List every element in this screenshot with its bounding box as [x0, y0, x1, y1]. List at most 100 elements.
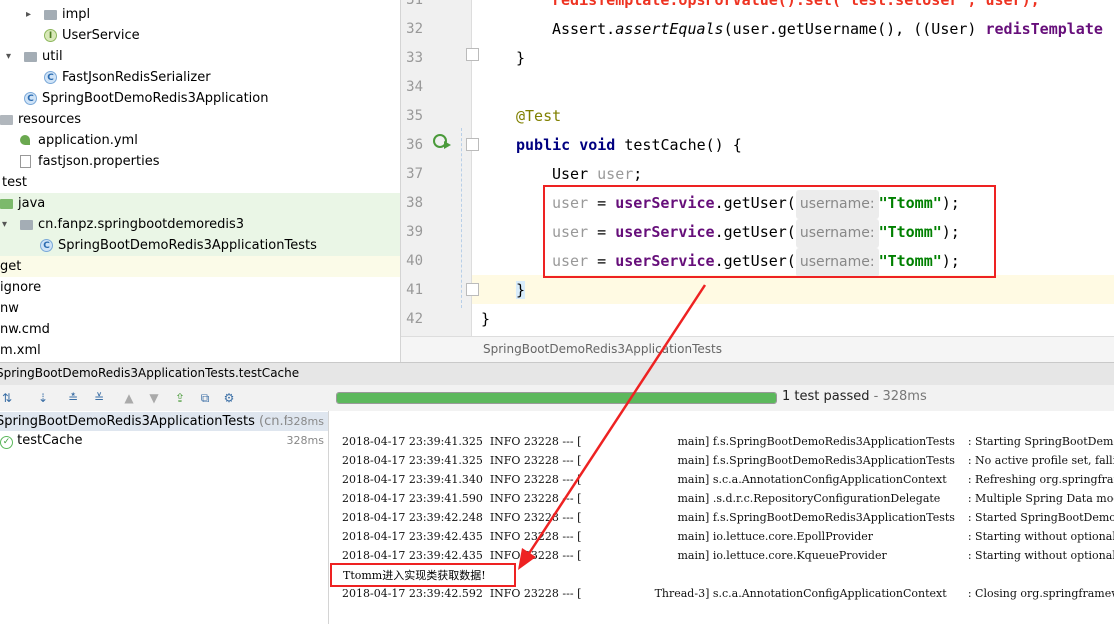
- code-line-33[interactable]: }: [516, 44, 525, 73]
- console-line[interactable]: 2018-04-17 23:39:41.590 INFO 23228 --- […: [342, 489, 1114, 508]
- tree-item[interactable]: application.yml: [0, 130, 400, 151]
- test-progress-bar: [336, 392, 777, 404]
- test-folder-icon: [0, 199, 13, 209]
- sort-by-duration-icon[interactable]: ⇣: [36, 391, 50, 405]
- chevron-right-icon[interactable]: ▸: [26, 4, 31, 25]
- console-line[interactable]: 2018-04-17 23:39:41.325 INFO 23228 --- […: [342, 451, 1114, 470]
- console-line[interactable]: 2018-04-17 23:39:42.435 INFO 23228 --- […: [342, 527, 1114, 546]
- tree-item-label: cn.fanpz.springbootdemoredis3: [38, 217, 245, 232]
- tree-item-label: nw.cmd: [0, 322, 50, 337]
- log-level: INFO 23228 --- [: [489, 549, 582, 562]
- test-duration: 328ms: [286, 412, 324, 431]
- tree-item[interactable]: java: [0, 193, 400, 214]
- current-line-highlight: [472, 275, 1114, 304]
- tree-item[interactable]: nw: [0, 298, 400, 319]
- folder-icon: [24, 52, 37, 62]
- spring-class-icon: C: [40, 239, 53, 252]
- log-thread: main]: [677, 435, 710, 448]
- tree-item-label: m.xml: [0, 343, 41, 358]
- export-icon[interactable]: ⇪: [173, 391, 187, 405]
- test-status: 1 test passed - 328ms: [782, 389, 927, 404]
- test-name: testCache: [17, 433, 83, 448]
- tree-item[interactable]: get: [0, 256, 400, 277]
- tree-item[interactable]: ▸ impl: [0, 4, 400, 25]
- chevron-down-icon[interactable]: ▾: [2, 214, 7, 235]
- console-line[interactable]: 2018-04-17 23:39:41.325 INFO 23228 --- […: [342, 432, 1114, 451]
- console-highlight-line[interactable]: Ttomm进入实现类获取数据!: [343, 567, 486, 583]
- log-logger: s.c.a.AnnotationConfigApplicationContext: [709, 473, 947, 486]
- sort-icon[interactable]: ⇅: [0, 391, 14, 405]
- code-line-42[interactable]: }: [481, 305, 490, 334]
- tree-item[interactable]: I UserService: [0, 25, 400, 46]
- tree-item-label: resources: [18, 112, 82, 127]
- fold-marker[interactable]: [466, 48, 479, 61]
- console-output[interactable]: 2018-04-17 23:39:41.325 INFO 23228 --- […: [329, 411, 1114, 624]
- fold-marker[interactable]: [466, 283, 479, 296]
- history-icon[interactable]: ⧉: [198, 391, 212, 405]
- tree-item[interactable]: m.xml: [0, 340, 400, 361]
- log-logger: f.s.SpringBootDemoRedis3ApplicationTests: [709, 454, 955, 467]
- log-message: : Closing org.springframework.: [967, 587, 1114, 600]
- line-number: 41: [406, 282, 423, 298]
- log-thread: main]: [677, 530, 710, 543]
- log-logger: io.lettuce.core.KqueueProvider: [709, 549, 887, 562]
- line-number: 32: [406, 21, 423, 37]
- tree-item[interactable]: nw.cmd: [0, 319, 400, 340]
- tree-item[interactable]: ▾ util: [0, 46, 400, 67]
- next-icon[interactable]: ▼: [147, 391, 161, 405]
- log-message: : Started SpringBootDemoRedis3: [967, 511, 1114, 524]
- tree-item[interactable]: fastjson.properties: [0, 151, 400, 172]
- line-number: 36: [406, 137, 423, 153]
- run-test-icon[interactable]: [431, 132, 453, 152]
- tree-item-label: java: [18, 196, 46, 211]
- chevron-down-icon[interactable]: ▾: [6, 46, 11, 67]
- tree-item-label: test: [2, 175, 27, 190]
- tree-item[interactable]: test: [0, 172, 400, 193]
- code-line-36[interactable]: public void testCache() {: [516, 131, 742, 160]
- test-class-row[interactable]: SpringBootDemoRedis3ApplicationTests (cn…: [0, 412, 328, 431]
- log-level: INFO 23228 --- [: [489, 454, 582, 467]
- tree-item[interactable]: ignore: [0, 277, 400, 298]
- tree-item[interactable]: C SpringBootDemoRedis3Application: [0, 88, 400, 109]
- run-panel-header: SpringBootDemoRedis3ApplicationTests.tes…: [0, 362, 1114, 386]
- log-message: : Starting SpringBootDemoRedis: [967, 435, 1114, 448]
- code-line-31[interactable]: redisTemplate.opsForValue().set("test:se…: [552, 0, 1040, 15]
- tree-item-label: UserService: [62, 28, 140, 43]
- line-number: 34: [406, 79, 423, 95]
- code-line-35[interactable]: @Test: [516, 102, 561, 131]
- tree-item-label: SpringBootDemoRedis3ApplicationTests: [58, 238, 317, 253]
- log-timestamp: 2018-04-17 23:39:41.590: [342, 492, 490, 505]
- settings-icon[interactable]: ⚙: [222, 391, 236, 405]
- line-number: 33: [406, 50, 423, 66]
- tree-item-label: fastjson.properties: [38, 154, 160, 169]
- previous-icon[interactable]: ▲: [122, 391, 136, 405]
- fold-marker[interactable]: [466, 138, 479, 151]
- log-level: INFO 23228 --- [: [489, 435, 582, 448]
- code-editor[interactable]: 31 32 33 34 35 36 37 38 39 40 41 42 redisTemplate.o…: [401, 0, 1114, 362]
- console-line[interactable]: 2018-04-17 23:39:41.340 INFO 23228 --- […: [342, 470, 1114, 489]
- collapse-all-icon[interactable]: ≚: [92, 391, 106, 405]
- editor-breadcrumb-bar: SpringBootDemoRedis3ApplicationTests: [401, 336, 1114, 362]
- tree-item[interactable]: C SpringBootDemoRedis3ApplicationTests: [0, 235, 400, 256]
- log-message: : Starting without optional ep: [967, 530, 1114, 543]
- log-thread: Thread-3]: [654, 587, 710, 600]
- code-line-41[interactable]: }: [516, 276, 526, 305]
- project-tree: ▸ impl I UserService ▾ util C FastJsonRedisSeri…: [0, 0, 401, 362]
- tree-item-label: SpringBootDemoRedis3Application: [42, 91, 269, 106]
- log-timestamp: 2018-04-17 23:39:42.435: [342, 549, 490, 562]
- tree-item[interactable]: ▾ cn.fanpz.springbootdemoredis3: [0, 214, 400, 235]
- tree-item[interactable]: resources: [0, 109, 400, 130]
- test-method-row[interactable]: ✓ testCache 328ms: [0, 431, 328, 450]
- editor-file-title[interactable]: SpringBootDemoRedis3ApplicationTests: [483, 342, 722, 356]
- expand-all-icon[interactable]: ≛: [66, 391, 80, 405]
- log-level: INFO 23228 --- [: [489, 511, 582, 524]
- log-level: INFO 23228 --- [: [489, 492, 582, 505]
- yml-icon: [20, 135, 30, 145]
- tree-item[interactable]: C FastJsonRedisSerializer: [0, 67, 400, 88]
- code-line-32[interactable]: Assert.assertEquals(user.getUsername(), …: [552, 15, 1103, 44]
- test-results-tree: SpringBootDemoRedis3ApplicationTests (cn…: [0, 411, 329, 624]
- log-logger: s.c.a.AnnotationConfigApplicationContext: [709, 587, 947, 600]
- console-line[interactable]: 2018-04-17 23:39:42.248 INFO 23228 --- […: [342, 508, 1114, 527]
- resources-folder-icon: [0, 115, 13, 125]
- log-logger: f.s.SpringBootDemoRedis3ApplicationTests: [709, 511, 955, 524]
